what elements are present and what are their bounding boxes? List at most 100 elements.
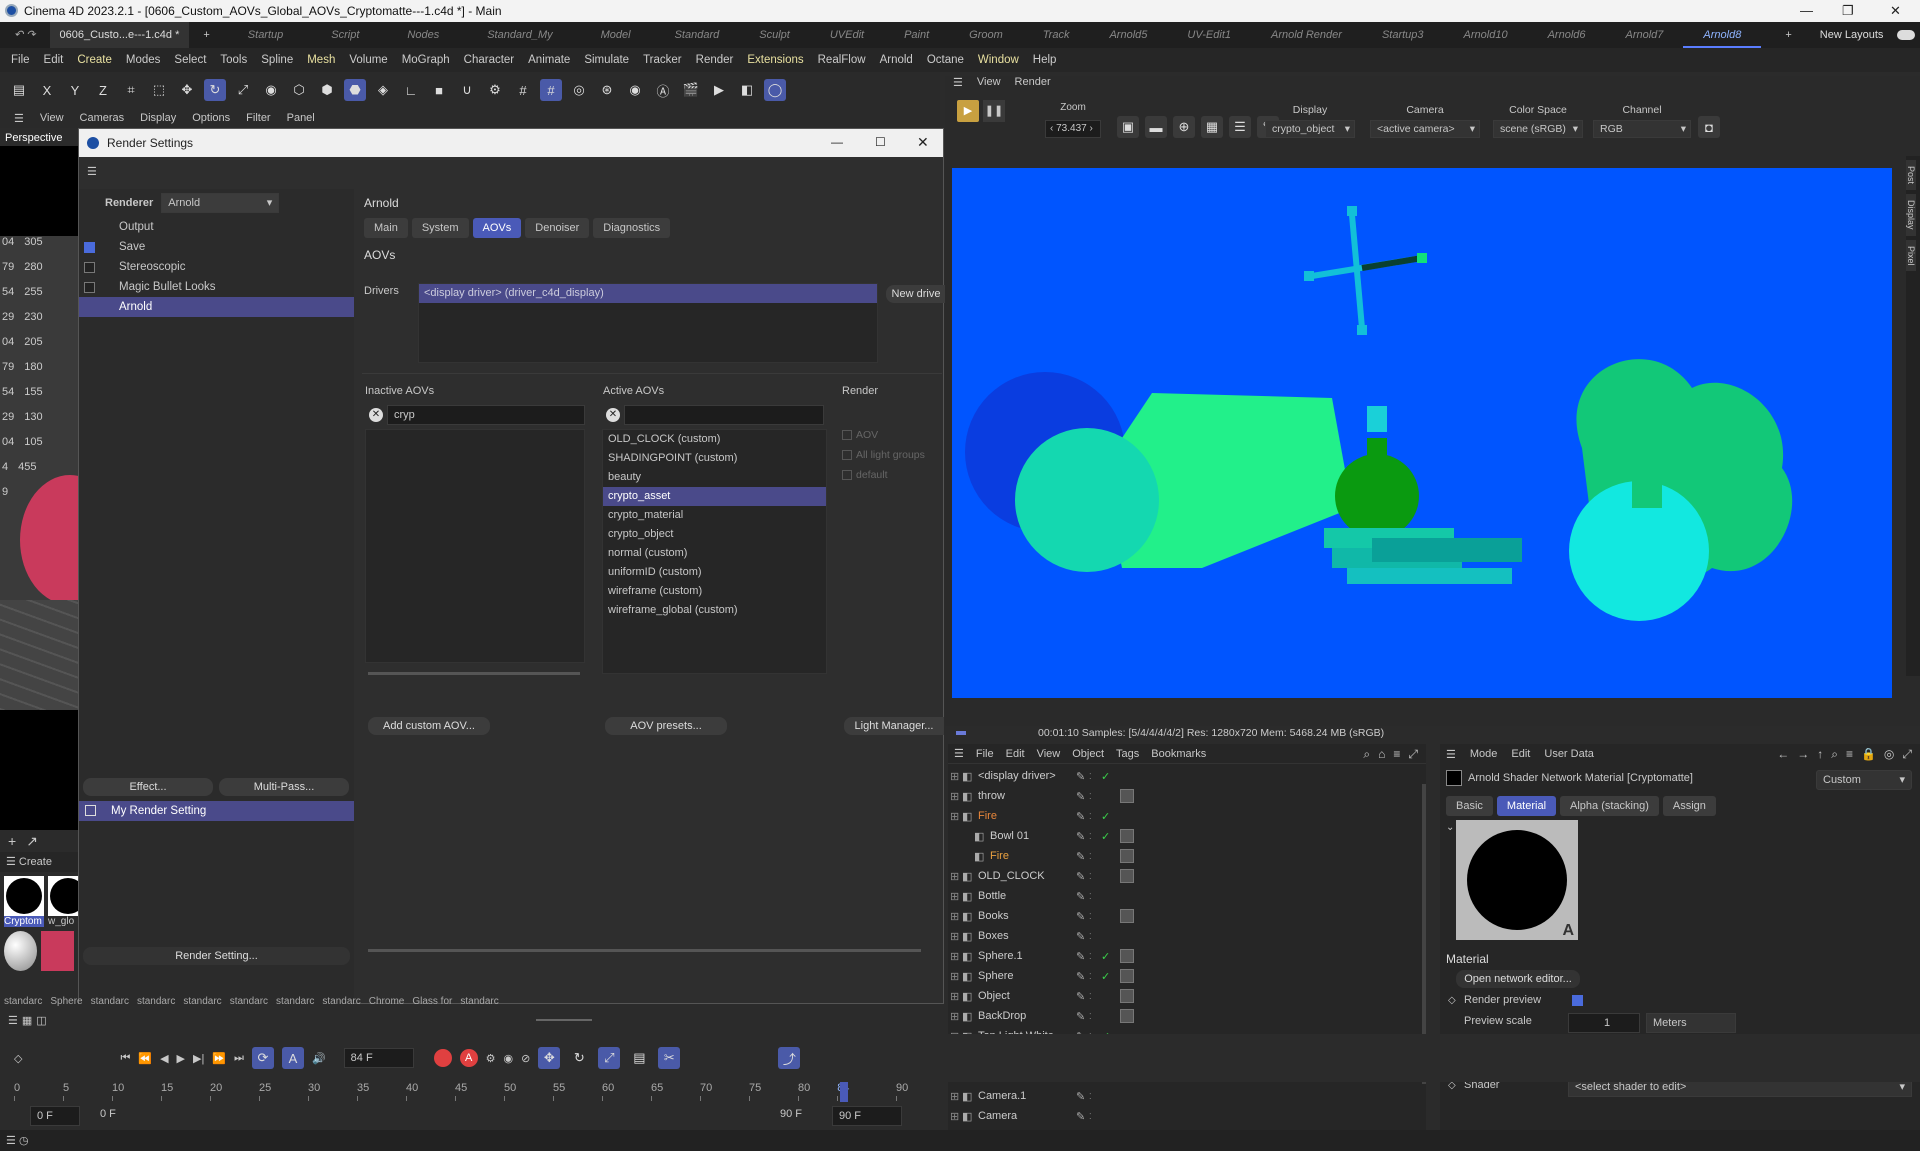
expand-icon[interactable]: ⤢ <box>1408 747 1418 762</box>
menu-modes[interactable]: Modes <box>119 54 168 66</box>
collapse-icon[interactable]: ⌄ <box>1446 822 1454 833</box>
edit-icon[interactable]: ✎ <box>1076 950 1085 963</box>
tab-arnold-render[interactable]: Arnold Render <box>1251 22 1362 48</box>
menu-select[interactable]: Select <box>167 54 213 66</box>
visibility-icon[interactable]: ⁚ <box>1089 992 1092 1001</box>
driver-item[interactable]: <display driver> (driver_c4d_display) <box>419 284 877 303</box>
expand-icon[interactable]: ⤢ <box>1902 747 1912 762</box>
list-icon[interactable]: ☰ <box>8 1014 18 1027</box>
material-swatch[interactable]: Cryptom <box>4 876 44 927</box>
active-aov-item[interactable]: uniformID (custom) <box>603 563 826 582</box>
pos-key-icon[interactable]: ✥ <box>538 1047 561 1069</box>
menu-simulate[interactable]: Simulate <box>577 54 636 66</box>
hamburger-icon[interactable]: ☰ <box>6 1135 16 1147</box>
object-row[interactable]: ⊞ ◧ Books ✎ ⁚ <box>948 906 1426 926</box>
om-menu-bookmarks[interactable]: Bookmarks <box>1151 748 1206 760</box>
material-name[interactable]: standarc <box>137 996 175 1010</box>
close-icon[interactable]: ✕ <box>1890 3 1901 19</box>
menu-file[interactable]: File <box>4 54 37 66</box>
model-icon[interactable]: ⬣ <box>344 79 366 101</box>
object-name[interactable]: throw <box>978 790 1005 802</box>
start-frame[interactable]: 0 F <box>30 1106 80 1126</box>
edit-icon[interactable]: ✎ <box>1076 1110 1085 1123</box>
active-aov-item[interactable]: beauty <box>603 468 826 487</box>
timeline-playhead[interactable] <box>840 1082 848 1102</box>
tab-arnold5[interactable]: Arnold5 <box>1089 22 1167 48</box>
menu-spline[interactable]: Spline <box>254 54 300 66</box>
expand-icon[interactable]: ⊞ <box>950 890 959 903</box>
multipass-button[interactable]: Multi-Pass... <box>219 778 349 796</box>
y-axis-icon[interactable]: Y <box>64 79 86 101</box>
target-icon[interactable]: ◎ <box>568 79 590 101</box>
rs-item-output[interactable]: Output <box>79 217 354 237</box>
edit-icon[interactable]: ✎ <box>1076 770 1085 783</box>
home-icon[interactable]: ⌂ <box>1378 747 1385 762</box>
active-aov-item[interactable]: crypto_asset <box>603 487 826 506</box>
grid-view-icon[interactable]: ▦ <box>22 1014 32 1027</box>
tab-aovs[interactable]: AOVs <box>472 218 522 238</box>
tab-script[interactable]: Script <box>307 22 383 48</box>
clapper-icon[interactable]: 🎬 <box>680 79 702 101</box>
visibility-icon[interactable]: ⁚ <box>1089 872 1092 881</box>
menu-render[interactable]: Render <box>689 54 741 66</box>
new-driver-button[interactable]: New drive <box>886 285 946 303</box>
maximize-icon[interactable]: ☐ <box>875 135 886 149</box>
coord-icon[interactable]: ⌗ <box>120 79 142 101</box>
edit-icon[interactable]: ✎ <box>1076 830 1085 843</box>
tag-icon[interactable] <box>1120 829 1134 843</box>
clapper2-icon[interactable]: ▶ <box>708 79 730 101</box>
record-icon[interactable] <box>433 1049 452 1067</box>
tab-uvedit[interactable]: UVEdit <box>810 22 884 48</box>
visibility-icon[interactable]: ⁚ <box>1089 892 1092 901</box>
active-aov-item[interactable]: crypto_object <box>603 525 826 544</box>
minimize-icon[interactable]: — <box>831 135 843 149</box>
om-menu-view[interactable]: View <box>1037 748 1061 760</box>
expand-icon[interactable]: ⊞ <box>950 950 959 963</box>
visibility-icon[interactable]: ⁚ <box>1089 952 1092 961</box>
ipr-menu-view[interactable]: View <box>977 76 1001 94</box>
am-menu-mode[interactable]: Mode <box>1470 748 1498 760</box>
menu-tools[interactable]: Tools <box>213 54 254 66</box>
material-name[interactable]: standarc <box>322 996 360 1010</box>
object-row[interactable]: ⊞ ◧ Fire ✎ ⁚ ✓ <box>948 806 1426 826</box>
om-menu-file[interactable]: File <box>976 748 994 760</box>
object-mode-icon[interactable]: ◈ <box>372 79 394 101</box>
close-icon[interactable]: ✕ <box>917 134 929 151</box>
hamburger-icon[interactable]: ☰ <box>6 112 32 125</box>
material-swatch[interactable] <box>4 931 37 971</box>
menu-tracker[interactable]: Tracker <box>636 54 689 66</box>
object-row[interactable]: ⊞ ◧ BackDrop ✎ ⁚ <box>948 1006 1426 1026</box>
tab-sculpt[interactable]: Sculpt <box>739 22 810 48</box>
active-aov-item[interactable]: crypto_material <box>603 506 826 525</box>
preview-scale-input[interactable]: 1 <box>1568 1013 1640 1033</box>
uv-icon[interactable]: ■ <box>428 79 450 101</box>
viewport-menu-display[interactable]: Display <box>132 112 184 124</box>
sound-icon[interactable]: 🔊 <box>312 1052 326 1065</box>
expand-icon[interactable]: ⊞ <box>950 810 959 823</box>
clear-filter-icon[interactable]: ✕ <box>369 408 383 422</box>
visibility-icon[interactable]: ⁚ <box>1089 832 1092 841</box>
prev-key-icon[interactable]: ⏪ <box>138 1052 152 1065</box>
material-name[interactable]: standarc <box>183 996 221 1010</box>
point-key-icon[interactable]: ✂ <box>658 1047 681 1069</box>
expand-icon[interactable]: ⊞ <box>950 990 959 1003</box>
checkbox[interactable] <box>84 242 95 253</box>
target-icon[interactable]: ◎ <box>1884 747 1894 762</box>
rotate-icon[interactable]: ↻ <box>204 79 226 101</box>
tab-denoiser[interactable]: Denoiser <box>525 218 590 238</box>
object-row[interactable]: ⊞ ◧ Camera ✎ ⁚ <box>948 1106 1426 1126</box>
render-icon[interactable]: ▤ <box>8 79 30 101</box>
side-tab-pixel[interactable]: Pixel <box>1906 239 1916 272</box>
om-menu-edit[interactable]: Edit <box>1006 748 1025 760</box>
hamburger-icon[interactable]: ☰ <box>87 166 97 178</box>
settings-icon[interactable]: ⚙ <box>484 79 506 101</box>
rs-item-save[interactable]: Save <box>79 237 354 257</box>
end-frame[interactable]: 90 F <box>832 1106 902 1126</box>
tag-icon[interactable] <box>1120 949 1134 963</box>
visibility-icon[interactable]: ⁚ <box>1089 912 1092 921</box>
visibility-icon[interactable]: ⁚ <box>1089 812 1092 821</box>
back-icon[interactable]: ← <box>1777 747 1789 762</box>
keyframe-icon[interactable]: ◇ <box>14 1052 22 1065</box>
material-name[interactable]: Sphere <box>50 996 82 1010</box>
visibility-icon[interactable]: ⁚ <box>1089 1112 1092 1121</box>
